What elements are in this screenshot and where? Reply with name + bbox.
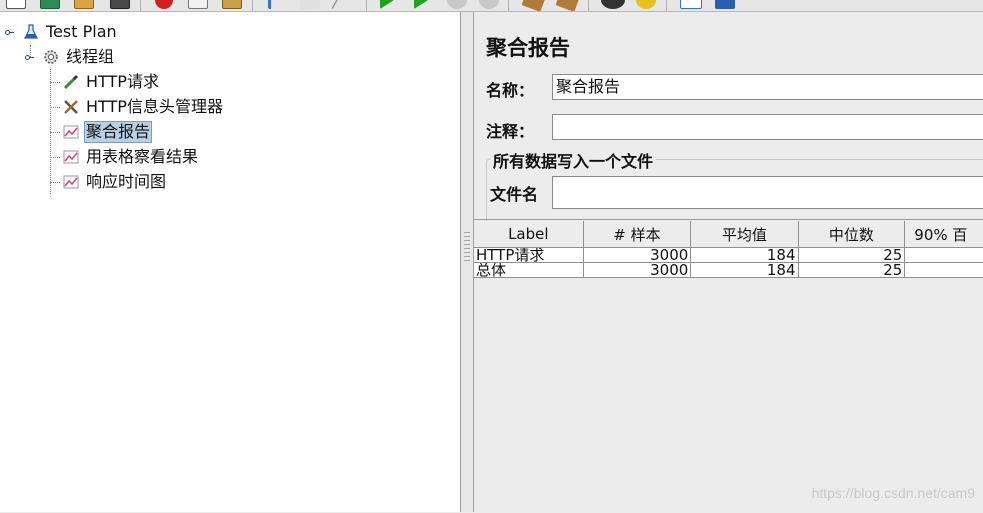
templates-icon[interactable]: [40, 0, 60, 9]
cell-median: 25: [798, 262, 906, 278]
open-icon[interactable]: [74, 0, 94, 9]
aggregate-results-table: Label # 样本 平均值 中位数 90% 百 HTTP请求 3000 184…: [474, 221, 983, 278]
write-results-to-file-title: 所有数据写入一个文件: [490, 148, 657, 172]
test-plan-tree: Test Plan 线程组 HTTP请求 HTTP信息头管理器 聚合报告 用表格…: [0, 12, 461, 512]
paste-icon[interactable]: [222, 0, 242, 9]
comment-field[interactable]: [552, 114, 983, 140]
graph-icon: [62, 123, 80, 141]
tree-node-label: HTTP请求: [86, 72, 159, 91]
start-icon[interactable]: [380, 0, 394, 9]
help-icon[interactable]: [715, 0, 735, 9]
expand-icon[interactable]: [268, 0, 278, 9]
cell-average: 184: [690, 247, 799, 263]
results-table-area: Label # 样本 平均值 中位数 90% 百 HTTP请求 3000 184…: [474, 219, 983, 513]
cut-icon[interactable]: [155, 0, 173, 9]
tree-node-thread-group[interactable]: 线程组: [42, 46, 116, 68]
column-header-samples[interactable]: # 样本: [583, 221, 692, 248]
save-icon[interactable]: [110, 0, 130, 9]
name-field[interactable]: 聚合报告: [552, 74, 983, 100]
name-label: 名称：: [486, 81, 535, 100]
cell-90-percentile: [904, 247, 983, 263]
clear-icon[interactable]: [521, 0, 547, 11]
table-row[interactable]: 总体 3000 184 25: [474, 262, 983, 278]
collapse-icon[interactable]: [300, 0, 320, 9]
cell-median: 25: [798, 247, 906, 263]
tools-icon: [62, 98, 80, 116]
gear-icon: [42, 48, 60, 66]
tree-node-view-results-table[interactable]: 用表格察看结果: [62, 146, 200, 168]
watermark: https://blog.csdn.net/cam9: [811, 485, 975, 501]
table-row[interactable]: HTTP请求 3000 184 25: [474, 247, 983, 263]
collapse-toggle-icon[interactable]: [5, 28, 14, 37]
tree-node-label: 响应时间图: [86, 172, 167, 191]
cell-samples: 3000: [583, 262, 692, 278]
column-header-median[interactable]: 中位数: [798, 221, 906, 248]
reset-search-icon[interactable]: [636, 0, 656, 9]
cell-90-percentile: [904, 262, 983, 278]
column-header-90-percentile[interactable]: 90% 百: [904, 221, 983, 248]
aggregate-report-panel: 聚合报告 名称： 聚合报告 注释： 所有数据写入一个文件 文件名 Label #…: [474, 12, 983, 512]
stop-icon[interactable]: [447, 0, 467, 9]
tree-node-label: 聚合报告: [84, 121, 153, 143]
flask-icon: [22, 23, 40, 41]
start-no-pauses-icon[interactable]: [414, 0, 428, 9]
function-helper-icon[interactable]: [680, 0, 702, 9]
new-icon[interactable]: [6, 0, 26, 9]
clear-all-icon[interactable]: [555, 0, 581, 11]
table-header-row: Label # 样本 平均值 中位数 90% 百: [474, 221, 983, 248]
search-icon[interactable]: [601, 0, 625, 9]
toggle-icon[interactable]: [330, 0, 352, 9]
column-header-average[interactable]: 平均值: [690, 221, 799, 248]
tree-node-label: Test Plan: [46, 22, 117, 41]
graph-icon: [62, 173, 80, 191]
tree-node-label: 用表格察看结果: [86, 147, 199, 166]
cell-average: 184: [690, 262, 799, 278]
tree-node-test-plan[interactable]: Test Plan: [22, 21, 119, 43]
cell-samples: 3000: [583, 247, 692, 263]
tree-node-response-time-graph[interactable]: 响应时间图: [62, 171, 168, 193]
tree-node-label: HTTP信息头管理器: [86, 97, 223, 116]
tree-node-header-manager[interactable]: HTTP信息头管理器: [62, 96, 225, 118]
filename-label: 文件名: [490, 185, 539, 204]
copy-icon[interactable]: [188, 0, 208, 9]
split-pane-divider[interactable]: [461, 12, 474, 512]
toolbar: [0, 0, 983, 12]
panel-title: 聚合报告: [486, 36, 570, 60]
cell-label: 总体: [474, 262, 584, 278]
graph-icon: [62, 148, 80, 166]
column-header-label[interactable]: Label: [474, 221, 584, 248]
collapse-toggle-icon[interactable]: [25, 53, 34, 62]
comment-label: 注释：: [486, 122, 535, 141]
cell-label: HTTP请求: [474, 247, 584, 263]
filename-field[interactable]: [552, 176, 983, 209]
shutdown-icon[interactable]: [479, 0, 499, 9]
tree-node-aggregate-report[interactable]: 聚合报告: [62, 121, 153, 143]
tree-node-http-request[interactable]: HTTP请求: [62, 71, 161, 93]
tree-node-label: 线程组: [66, 47, 115, 66]
pipette-icon: [62, 73, 80, 91]
